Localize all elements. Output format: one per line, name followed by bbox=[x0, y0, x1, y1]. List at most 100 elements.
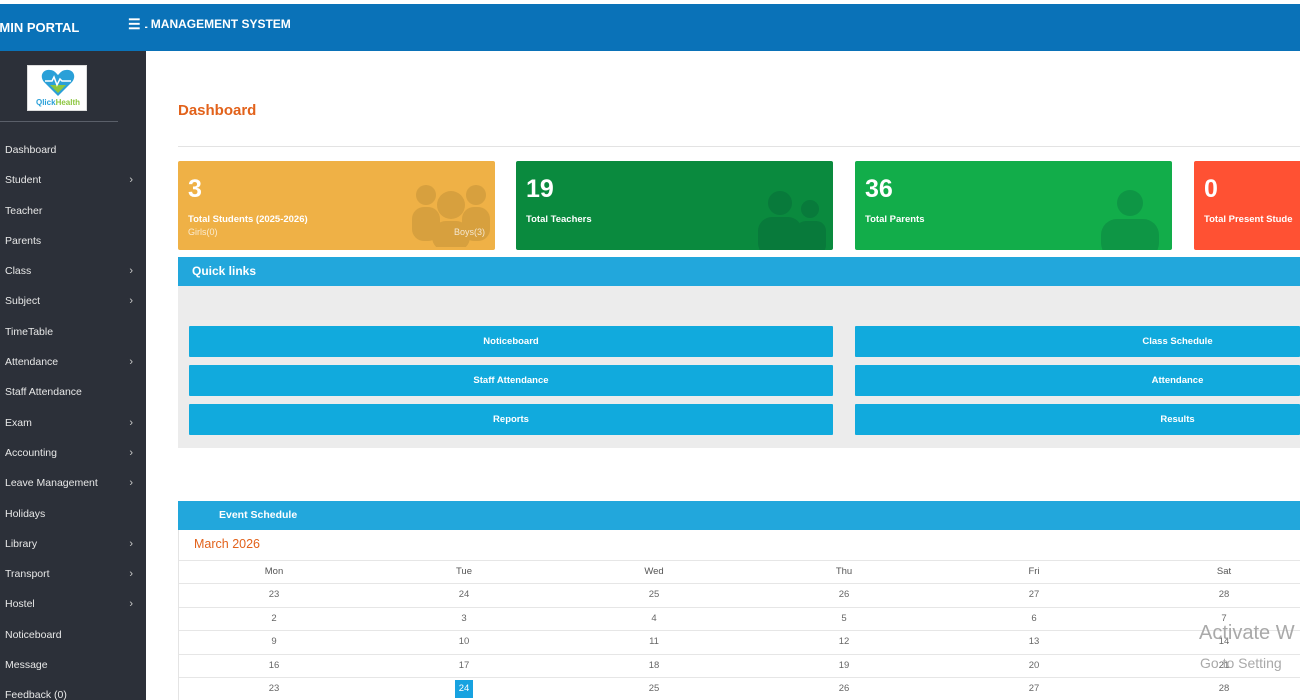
sidebar-item-transport[interactable]: Transport › bbox=[0, 564, 146, 594]
calendar-day-header: Wed bbox=[644, 566, 664, 577]
calendar-date: 5 bbox=[841, 612, 847, 624]
calendar-date: 24 bbox=[454, 680, 474, 698]
calendar-date: 13 bbox=[1028, 636, 1040, 647]
sidebar-item-timetable[interactable]: TimeTable bbox=[0, 322, 146, 352]
sidebar-item-student[interactable]: Student › bbox=[0, 170, 146, 200]
sidebar-item-staff-attendance[interactable]: Staff Attendance bbox=[0, 382, 146, 412]
sidebar-item-holidays[interactable]: Holidays bbox=[0, 504, 146, 534]
calendar-day-cell[interactable]: 10 bbox=[369, 636, 559, 647]
activation-watermark: Activate W bbox=[1199, 622, 1295, 644]
sidebar-item-message[interactable]: Message bbox=[0, 655, 146, 685]
sidebar-item-label: Attendance bbox=[5, 356, 59, 369]
sidebar-item-parents[interactable]: Parents bbox=[0, 231, 146, 261]
calendar-day-cell[interactable]: 24 bbox=[369, 589, 559, 600]
calendar-day-cell[interactable]: 28 bbox=[1129, 683, 1300, 694]
calendar-day-cell[interactable]: 13 bbox=[939, 636, 1129, 647]
chevron-right-icon: › bbox=[129, 598, 133, 611]
chevron-right-icon: › bbox=[129, 477, 133, 490]
calendar-day-cell[interactable]: 20 bbox=[939, 660, 1129, 671]
sidebar-item-subject[interactable]: Subject › bbox=[0, 291, 146, 321]
sidebar-item-label: Message bbox=[5, 659, 48, 672]
sidebar-item-label: Student bbox=[5, 174, 42, 187]
calendar-date: 27 bbox=[1028, 683, 1040, 694]
class-schedule-link[interactable]: Class Schedule bbox=[855, 326, 1300, 357]
chevron-right-icon: › bbox=[129, 446, 133, 459]
sidebar-item-noticeboard[interactable]: Noticeboard bbox=[0, 625, 146, 655]
calendar-date: 11 bbox=[649, 636, 659, 647]
boys-count: Boys(3) bbox=[453, 227, 485, 237]
attendance-link[interactable]: Attendance bbox=[855, 365, 1300, 396]
sidebar-item-attendance[interactable]: Attendance › bbox=[0, 352, 146, 382]
calendar-date: 28 bbox=[1218, 589, 1230, 600]
calendar-day-cell[interactable]: 6 bbox=[939, 613, 1129, 624]
sidebar-item-feedback-0[interactable]: Feedback (0) bbox=[0, 685, 146, 700]
sidebar-item-hostel[interactable]: Hostel › bbox=[0, 594, 146, 624]
chevron-right-icon: › bbox=[129, 356, 133, 369]
top-navbar: DMIN PORTAL ☰ OL MANAGEMENT SYSTEM bbox=[0, 4, 1300, 51]
sidebar-item-exam[interactable]: Exam › bbox=[0, 413, 146, 443]
person-icon bbox=[1101, 190, 1159, 250]
parents-count: 36 bbox=[865, 175, 893, 203]
logo[interactable]: QlickHealth bbox=[27, 65, 87, 111]
chevron-right-icon: › bbox=[129, 416, 133, 429]
calendar-date: 26 bbox=[838, 683, 850, 694]
people-icon bbox=[758, 191, 826, 250]
calendar-day-cell[interactable]: 28 bbox=[1129, 589, 1300, 600]
calendar-day-cell[interactable]: 16 bbox=[179, 660, 369, 671]
staff-attendance-link[interactable]: Staff Attendance bbox=[189, 365, 833, 396]
calendar-day-cell[interactable]: 3 bbox=[369, 613, 559, 624]
calendar-day-cell[interactable]: 26 bbox=[749, 589, 939, 600]
calendar-date: 6 bbox=[1031, 612, 1037, 624]
chevron-right-icon: › bbox=[129, 568, 133, 581]
calendar-date: 25 bbox=[648, 589, 660, 600]
stat-card-students[interactable]: 3 Total Students (2025-2026) Girls(0) Bo… bbox=[178, 161, 495, 250]
chevron-right-icon: › bbox=[129, 174, 133, 187]
calendar-day-cell[interactable]: 9 bbox=[179, 636, 369, 647]
stat-card-teachers[interactable]: 19 Total Teachers bbox=[516, 161, 833, 250]
title-divider bbox=[178, 146, 1300, 147]
sidebar-item-class[interactable]: Class › bbox=[0, 261, 146, 291]
sidebar-item-label: Hostel bbox=[5, 598, 35, 611]
calendar-date: 20 bbox=[1028, 659, 1040, 671]
calendar-day-cell[interactable]: 4 bbox=[559, 613, 749, 624]
sidebar-item-label: TimeTable bbox=[5, 325, 54, 338]
calendar-day-cell[interactable]: 12 bbox=[749, 636, 939, 647]
sidebar-item-label: Feedback (0) bbox=[5, 689, 67, 700]
calendar-day-header: Mon bbox=[264, 566, 284, 577]
hamburger-icon[interactable]: ☰ bbox=[128, 16, 141, 33]
brand-title[interactable]: DMIN PORTAL bbox=[0, 4, 146, 51]
calendar-day-cell[interactable]: 11 bbox=[559, 636, 749, 647]
stat-card-present[interactable]: 0 Total Present Stude bbox=[1194, 161, 1300, 250]
calendar-date: 23 bbox=[268, 683, 280, 694]
calendar-day-cell[interactable]: 24 bbox=[369, 680, 559, 698]
calendar-day-cell[interactable]: 25 bbox=[559, 589, 749, 600]
reports-link[interactable]: Reports bbox=[189, 404, 833, 435]
girls-count: Girls(0) bbox=[188, 227, 218, 237]
sidebar-item-library[interactable]: Library › bbox=[0, 534, 146, 564]
calendar-day-cell[interactable]: 2 bbox=[179, 613, 369, 624]
calendar-day-cell[interactable]: 18 bbox=[559, 660, 749, 671]
calendar-date: 4 bbox=[651, 612, 657, 624]
chevron-right-icon: › bbox=[129, 265, 133, 278]
calendar-day-cell[interactable]: 27 bbox=[939, 589, 1129, 600]
noticeboard-link[interactable]: Noticeboard bbox=[189, 326, 833, 357]
stat-card-parents[interactable]: 36 Total Parents bbox=[855, 161, 1172, 250]
calendar-day-header: Fri bbox=[1028, 566, 1040, 577]
calendar-day-cell[interactable]: 27 bbox=[939, 683, 1129, 694]
calendar-day-cell[interactable]: 26 bbox=[749, 683, 939, 694]
results-link[interactable]: Results bbox=[855, 404, 1300, 435]
sidebar-item-leave-management[interactable]: Leave Management › bbox=[0, 473, 146, 503]
calendar-day-cell[interactable]: 25 bbox=[559, 683, 749, 694]
calendar-day-cell[interactable]: 19 bbox=[749, 660, 939, 671]
chevron-right-icon: › bbox=[129, 537, 133, 550]
calendar-day-cell[interactable]: 17 bbox=[369, 660, 559, 671]
sidebar-item-dashboard[interactable]: Dashboard bbox=[0, 140, 146, 170]
students-count: 3 bbox=[188, 175, 202, 203]
sidebar-item-teacher[interactable]: Teacher bbox=[0, 201, 146, 231]
calendar-day-cell[interactable]: 23 bbox=[179, 589, 369, 600]
calendar-day-cell[interactable]: 5 bbox=[749, 613, 939, 624]
sidebar-item-accounting[interactable]: Accounting › bbox=[0, 443, 146, 473]
sidebar-divider bbox=[0, 121, 118, 122]
parents-label: Total Parents bbox=[865, 214, 925, 225]
calendar-day-cell[interactable]: 23 bbox=[179, 683, 369, 694]
